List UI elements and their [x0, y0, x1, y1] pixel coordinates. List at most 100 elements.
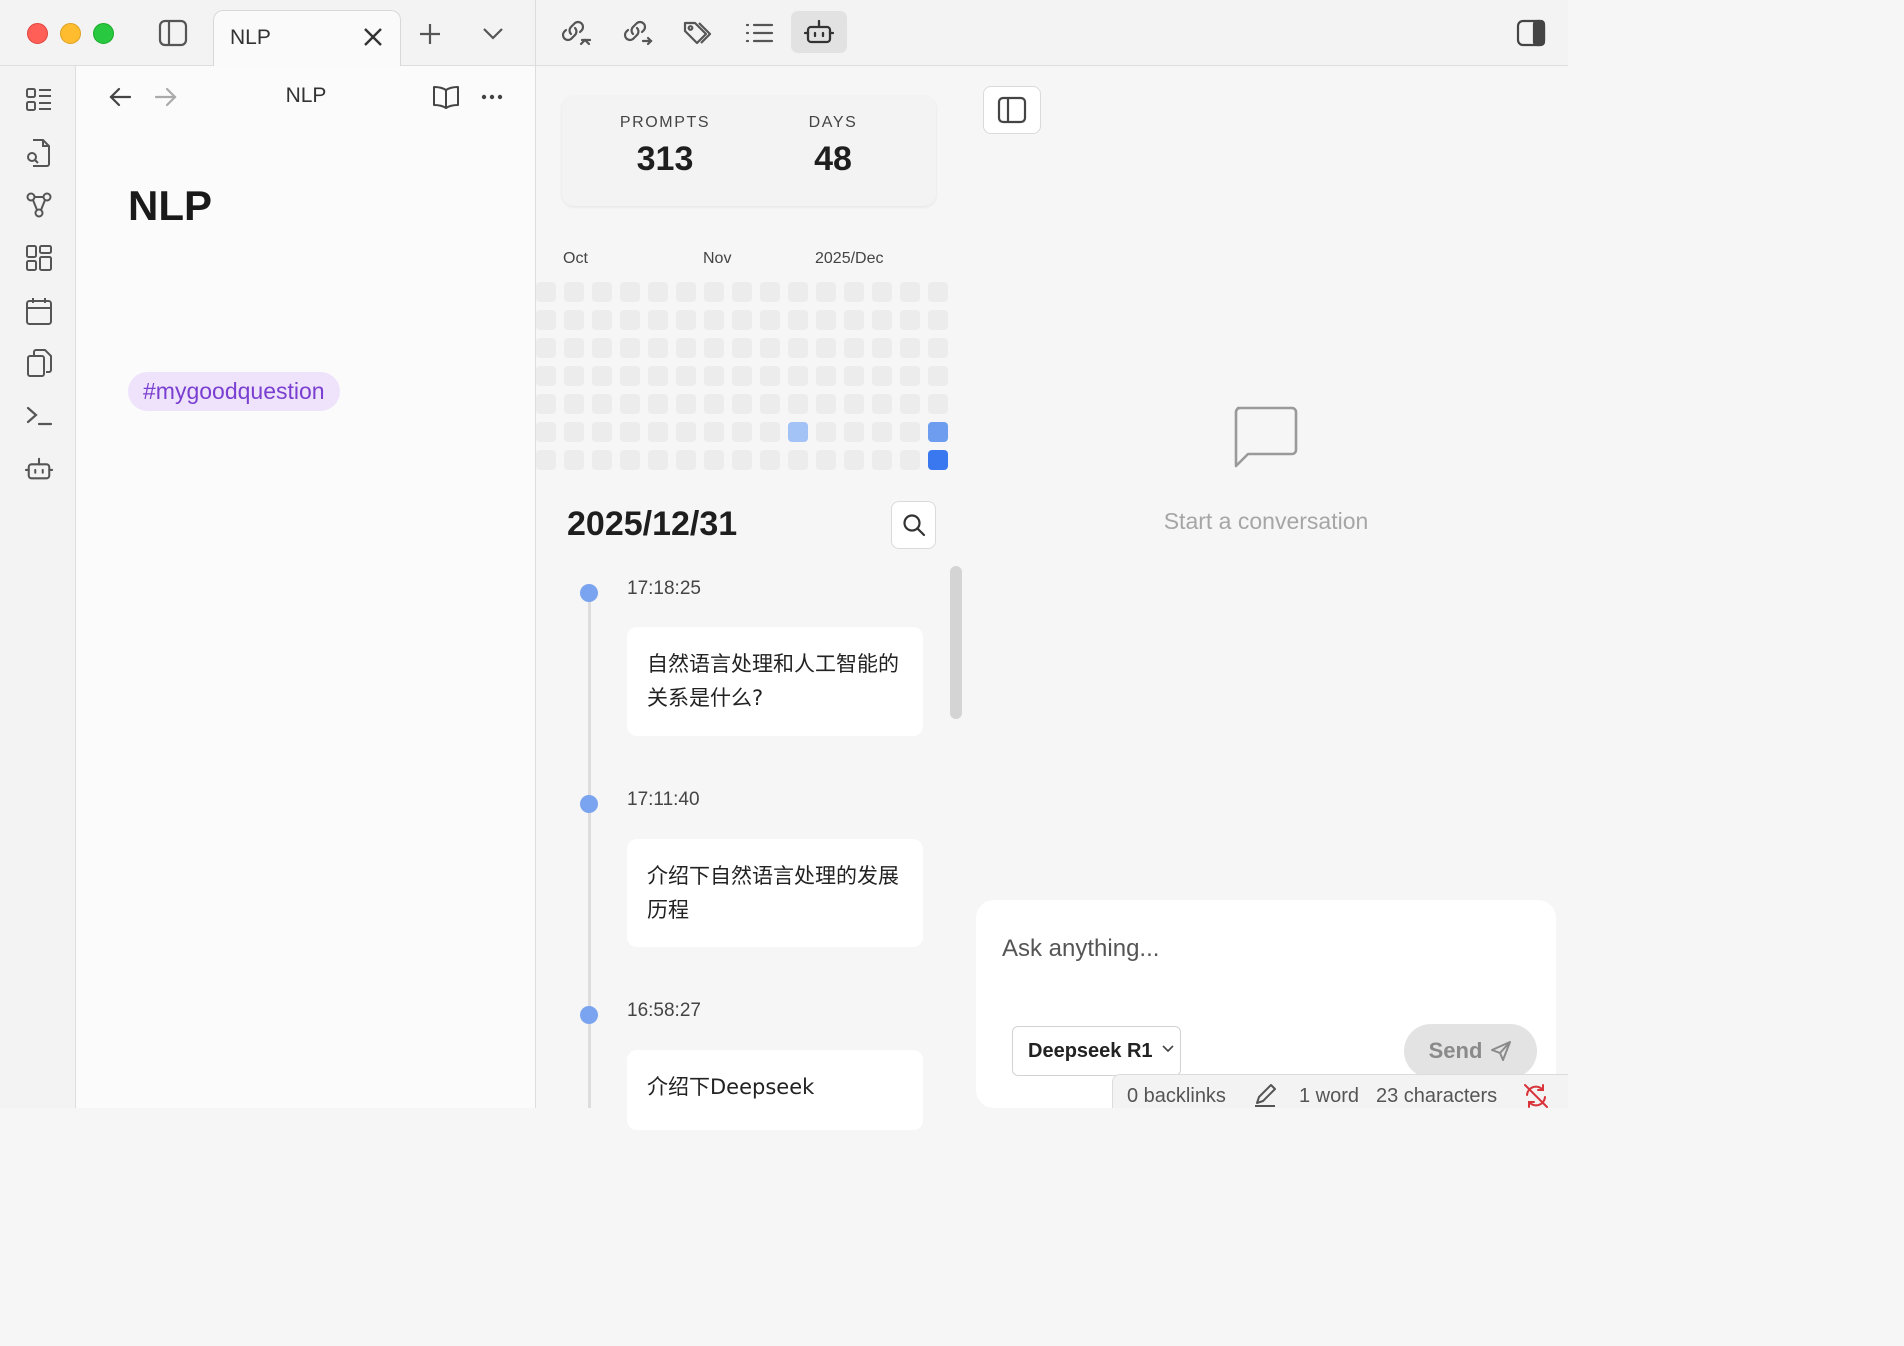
heatmap-cell[interactable] [704, 338, 724, 358]
prompt-card[interactable]: 介绍下自然语言处理的发展历程 [627, 839, 923, 947]
heatmap-cell[interactable] [928, 394, 948, 414]
heatmap-cell[interactable] [704, 366, 724, 386]
file-explorer-icon[interactable] [22, 83, 56, 117]
heatmap-cell[interactable] [592, 282, 612, 302]
heatmap-cell[interactable] [732, 394, 752, 414]
heatmap-cell[interactable] [928, 338, 948, 358]
heatmap-cell[interactable] [620, 366, 640, 386]
sync-error-icon[interactable] [1523, 1083, 1549, 1109]
heatmap-cell[interactable] [788, 282, 808, 302]
heatmap-cell[interactable] [928, 366, 948, 386]
heatmap-cell[interactable] [788, 310, 808, 330]
heatmap-cell[interactable] [788, 394, 808, 414]
right-sidebar-toggle-icon[interactable] [1513, 16, 1549, 50]
heatmap-cell[interactable] [592, 394, 612, 414]
heatmap-cell[interactable] [760, 366, 780, 386]
heatmap-cell[interactable] [928, 422, 948, 442]
heatmap-cell[interactable] [564, 282, 584, 302]
tab-nlp[interactable]: NLP [213, 10, 401, 66]
heatmap-cell[interactable] [592, 338, 612, 358]
back-arrow-icon[interactable] [106, 84, 134, 110]
heatmap-cell[interactable] [620, 282, 640, 302]
heatmap-cell[interactable] [564, 394, 584, 414]
heatmap-cell[interactable] [760, 282, 780, 302]
heatmap-cell[interactable] [648, 338, 668, 358]
heatmap-cell[interactable] [872, 450, 892, 470]
heatmap-cell[interactable] [872, 366, 892, 386]
heatmap-cell[interactable] [760, 394, 780, 414]
outline-icon[interactable] [742, 18, 776, 48]
heatmap-cell[interactable] [536, 366, 556, 386]
backlinks-icon[interactable] [558, 14, 592, 50]
backlinks-count[interactable]: 0 backlinks [1127, 1085, 1226, 1108]
heatmap-cell[interactable] [648, 282, 668, 302]
heatmap-cell[interactable] [536, 450, 556, 470]
heatmap-cell[interactable] [536, 282, 556, 302]
prompt-card[interactable]: 介绍下Deepseek [627, 1050, 923, 1130]
heatmap-cell[interactable] [592, 310, 612, 330]
heatmap-cell[interactable] [900, 366, 920, 386]
edit-pencil-icon[interactable] [1253, 1083, 1277, 1107]
heatmap-cell[interactable] [648, 422, 668, 442]
heatmap-cell[interactable] [704, 394, 724, 414]
chat-input[interactable] [1002, 932, 1522, 966]
chevron-down-icon[interactable] [480, 22, 506, 46]
heatmap-cell[interactable] [788, 338, 808, 358]
history-toggle-button[interactable] [983, 86, 1041, 134]
canvas-grid-icon[interactable] [22, 241, 56, 275]
heatmap-cell[interactable] [760, 422, 780, 442]
heatmap-cell[interactable] [592, 422, 612, 442]
heatmap-cell[interactable] [564, 422, 584, 442]
heatmap-cell[interactable] [620, 310, 640, 330]
heatmap-cell[interactable] [648, 450, 668, 470]
heatmap-cell[interactable] [676, 282, 696, 302]
new-tab-icon[interactable] [416, 20, 444, 48]
ai-assistant-icon[interactable] [791, 11, 847, 53]
heatmap-cell[interactable] [816, 394, 836, 414]
heatmap-cell[interactable] [872, 394, 892, 414]
heatmap-cell[interactable] [732, 310, 752, 330]
heatmap-cell[interactable] [648, 310, 668, 330]
more-options-icon[interactable] [476, 84, 508, 110]
heatmap-cell[interactable] [564, 366, 584, 386]
search-button[interactable] [891, 501, 936, 549]
heatmap-cell[interactable] [760, 450, 780, 470]
heatmap-cell[interactable] [536, 310, 556, 330]
heatmap-cell[interactable] [536, 422, 556, 442]
heatmap-cell[interactable] [900, 394, 920, 414]
prompt-card[interactable]: 自然语言处理和人工智能的关系是什么? [627, 627, 923, 736]
heatmap-cell[interactable] [620, 338, 640, 358]
heatmap-cell[interactable] [676, 310, 696, 330]
heatmap-cell[interactable] [620, 394, 640, 414]
heatmap-cell[interactable] [844, 366, 864, 386]
heatmap-cell[interactable] [760, 338, 780, 358]
outgoing-links-icon[interactable] [620, 14, 654, 50]
heatmap-cell[interactable] [844, 394, 864, 414]
send-button[interactable]: Send [1404, 1024, 1537, 1078]
heatmap-cell[interactable] [704, 450, 724, 470]
bot-icon[interactable] [22, 452, 56, 486]
tag-chip[interactable]: #mygoodquestion [128, 372, 340, 411]
left-sidebar-toggle-icon[interactable] [155, 16, 191, 50]
heatmap-cell[interactable] [844, 422, 864, 442]
close-window-button[interactable] [27, 23, 48, 44]
heatmap-cell[interactable] [564, 310, 584, 330]
heatmap-cell[interactable] [900, 338, 920, 358]
heatmap-cell[interactable] [788, 422, 808, 442]
close-icon[interactable] [362, 26, 384, 48]
heatmap-cell[interactable] [900, 450, 920, 470]
heatmap-cell[interactable] [732, 338, 752, 358]
heatmap-cell[interactable] [788, 366, 808, 386]
heatmap-cell[interactable] [564, 450, 584, 470]
heatmap-cell[interactable] [732, 282, 752, 302]
heatmap-cell[interactable] [592, 366, 612, 386]
tags-icon[interactable] [681, 16, 715, 50]
heatmap-cell[interactable] [676, 450, 696, 470]
forward-arrow-icon[interactable] [152, 84, 180, 110]
heatmap-cell[interactable] [872, 282, 892, 302]
heatmap-cell[interactable] [676, 366, 696, 386]
heatmap-cell[interactable] [816, 422, 836, 442]
terminal-icon[interactable] [22, 399, 56, 433]
heatmap-cell[interactable] [872, 422, 892, 442]
heatmap-cell[interactable] [844, 310, 864, 330]
